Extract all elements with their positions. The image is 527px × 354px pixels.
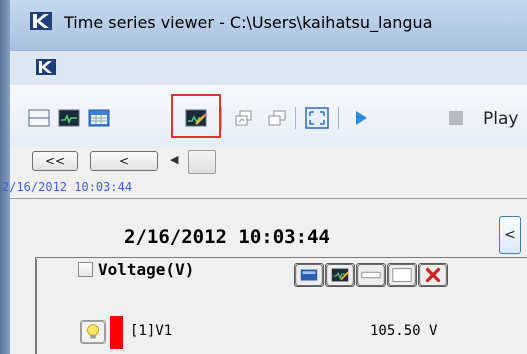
window-title: Time series viewer - C:\Users\kaihatsu_l… xyxy=(64,13,433,32)
series-edit-chart-button[interactable] xyxy=(325,263,355,287)
navigation-bar: << < ◀ xyxy=(10,147,527,177)
step-back-button[interactable]: < xyxy=(499,216,521,254)
lightbulb-icon[interactable] xyxy=(80,320,106,344)
series-delete-button[interactable] xyxy=(418,263,448,287)
first-button[interactable]: << xyxy=(32,151,78,171)
scroll-thumb[interactable] xyxy=(188,150,216,174)
series-collapse-button[interactable] xyxy=(356,263,386,287)
single-pane-icon[interactable] xyxy=(28,109,50,127)
toolbar-separator xyxy=(338,107,339,129)
current-timestamp: 2/16/2012 10:03:44 xyxy=(124,226,330,248)
play-icon[interactable] xyxy=(350,109,372,127)
series-color-swatch xyxy=(110,316,123,349)
toolbar-separator xyxy=(221,107,222,129)
series-expand-button[interactable] xyxy=(387,263,417,287)
fullscreen-icon[interactable] xyxy=(305,107,329,129)
app-menu-icon[interactable] xyxy=(36,59,56,75)
prev-button[interactable]: < xyxy=(90,151,158,171)
window-border xyxy=(0,0,10,354)
timestamp-strip: 2/16/2012 10:03:44 xyxy=(2,176,527,199)
series-divider xyxy=(36,259,37,354)
toolbar-separator xyxy=(295,107,296,129)
panel-divider xyxy=(35,257,527,258)
variable-name: [1]V1 xyxy=(130,323,173,339)
tile-icon[interactable] xyxy=(266,109,288,127)
chart-icon[interactable] xyxy=(58,109,80,127)
series-checkbox[interactable] xyxy=(78,262,93,277)
timestamp-small: 2/16/2012 10:03:44 xyxy=(2,180,133,194)
toolbar: Play xyxy=(10,85,527,148)
highlight-box xyxy=(171,94,221,138)
menu-bar xyxy=(10,50,527,86)
restore-icon[interactable] xyxy=(233,109,255,127)
variable-value: 105.50 V xyxy=(370,323,438,339)
scroll-left-icon[interactable]: ◀ xyxy=(170,153,178,166)
stop-icon[interactable] xyxy=(445,109,467,127)
title-bar[interactable]: Time series viewer - C:\Users\kaihatsu_l… xyxy=(10,0,527,50)
series-title: Voltage(V) xyxy=(98,260,195,279)
app-logo-icon xyxy=(30,12,52,30)
play-label[interactable]: Play xyxy=(483,109,518,129)
table-icon[interactable] xyxy=(88,109,110,127)
series-chart-button[interactable] xyxy=(294,263,324,287)
